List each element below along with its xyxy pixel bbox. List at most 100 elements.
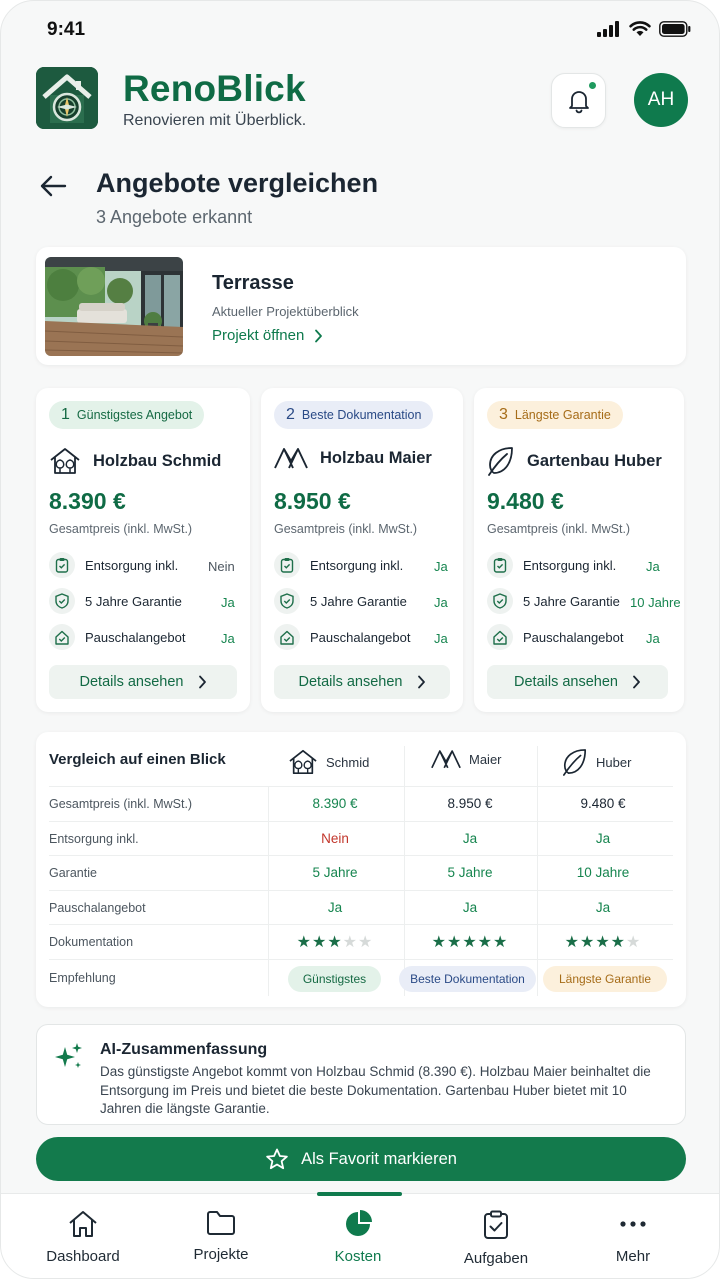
star-filled-icon: ★ [311, 934, 328, 951]
avatar[interactable]: AH [634, 73, 688, 127]
feature-value: 10 Jahre [630, 595, 681, 610]
ai-summary-title: AI-Zusammenfassung [100, 1041, 268, 1058]
offer-badge: 2 Beste Dokumentation [274, 401, 434, 429]
details-label: Details ansehen [514, 674, 618, 690]
cell-disposal-schmid: Nein [321, 831, 349, 846]
nav-item-projekte[interactable]: Projekte [161, 1210, 281, 1263]
star-filled-icon: ★ [477, 934, 494, 951]
house-check-icon [49, 624, 75, 650]
row-label-price: Gesamtpreis (inkl. MwSt.) [49, 797, 193, 811]
details-button[interactable]: Details ansehen [49, 665, 237, 699]
nav-item-aufgaben[interactable]: Aufgaben [436, 1210, 556, 1267]
house-tree-icon [50, 448, 80, 474]
feature-value: Ja [221, 595, 235, 610]
nav-item-mehr[interactable]: Mehr [573, 1210, 693, 1265]
feature-value: Ja [434, 559, 448, 574]
row-divider [49, 855, 673, 856]
clipboard-check-icon [49, 552, 75, 578]
star-icon [266, 1148, 288, 1169]
row-label-warranty: Garantie [49, 866, 97, 880]
open-project-link[interactable]: Projekt öffnen [212, 327, 323, 344]
recommendation-pill-maier: Beste Dokumentation [399, 966, 536, 992]
details-label: Details ansehen [298, 674, 403, 690]
status-bar: 9:41 [1, 1, 719, 57]
ai-summary-card: AI-Zusammenfassung Das günstigste Angebo… [36, 1024, 686, 1125]
nav-item-dashboard[interactable]: Dashboard [23, 1210, 143, 1265]
feature-value: Ja [646, 631, 660, 646]
cell-flatrate-maier: Ja [462, 900, 478, 915]
house-tree-icon [289, 749, 317, 775]
bell-icon [568, 90, 589, 113]
feature-value: Ja [221, 631, 235, 646]
signal-icon [597, 21, 619, 37]
details-button[interactable]: Details ansehen [274, 665, 450, 699]
rating-huber: ★★★★★ [538, 932, 668, 952]
project-image [45, 257, 183, 356]
terrace-image [45, 257, 183, 356]
star-filled-icon: ★ [462, 934, 478, 951]
details-button[interactable]: Details ansehen [487, 665, 668, 699]
sparkles-icon [53, 1041, 85, 1078]
wifi-icon [629, 21, 651, 36]
chevron-right-icon [198, 675, 206, 689]
row-label-recommendation: Empfehlung [49, 971, 116, 985]
favorite-label: Als Favorit markieren [301, 1149, 457, 1168]
cell-warranty-schmid: 5 Jahre [312, 865, 358, 880]
ai-summary-text: Das günstigste Angebot kommt von Holzbau… [100, 1064, 651, 1116]
star-empty-icon: ★ [626, 934, 642, 951]
app-tagline: Renovieren mit Überblick. [123, 112, 307, 129]
house-compass-logo-icon [36, 67, 98, 129]
offer-price-label: Gesamtpreis (inkl. MwSt.) [49, 522, 193, 536]
feature-value: Ja [434, 595, 448, 610]
cell-disposal-huber: Ja [595, 831, 611, 846]
offer-vendor: Gartenbau Huber [487, 446, 662, 476]
favorite-button[interactable]: Als Favorit markieren [36, 1137, 686, 1181]
column-header-label: Maier [469, 751, 502, 767]
rating-maier: ★★★★★ [405, 932, 535, 952]
star-filled-icon: ★ [595, 934, 611, 951]
nav-label: Projekte [193, 1246, 249, 1263]
offer-card-schmid: 1 Günstigstes Angebot Holzbau Schmid 8.3… [36, 388, 250, 712]
house-check-icon [274, 624, 300, 650]
pie-chart-icon [346, 1210, 372, 1236]
recommendation-pill-huber: Längste Garantie [543, 966, 667, 992]
row-divider [49, 890, 673, 891]
comparison-card: Vergleich auf einen Blick Schmid Maier H… [36, 732, 686, 1007]
row-divider [49, 924, 673, 925]
clipboard-check-icon [274, 552, 300, 578]
column-header-huber: Huber [562, 748, 631, 776]
details-label: Details ansehen [79, 674, 184, 690]
nav-label: Kosten [334, 1248, 382, 1265]
column-divider [268, 786, 269, 996]
star-filled-icon: ★ [493, 934, 509, 951]
rating-schmid: ★★★★★ [270, 932, 400, 952]
feature-label: Entsorgung inkl. [310, 557, 404, 573]
column-header-schmid: Schmid [288, 748, 369, 776]
project-card: Terrasse Aktueller Projektüberblick Proj… [36, 247, 686, 365]
offer-rank: 3 [499, 406, 508, 423]
phone-screen: 9:41 RenoBlick Renovieren mit Überblick.… [0, 0, 720, 1279]
star-empty-icon: ★ [342, 934, 359, 951]
back-button[interactable] [39, 171, 71, 201]
feature-value: Ja [434, 631, 448, 646]
status-icons [597, 21, 691, 37]
cell-price-maier: 8.950 € [447, 796, 493, 811]
feature-label: Pauschalangebot [523, 629, 624, 645]
bottom-nav: Dashboard Projekte Kosten Aufgaben Mehr [1, 1192, 719, 1278]
nav-item-kosten[interactable]: Kosten [298, 1210, 418, 1265]
recommendation-pill-schmid: Günstigstes [288, 966, 381, 992]
app-title: RenoBlick [123, 68, 306, 109]
offer-badge: 1 Günstigstes Angebot [49, 401, 205, 429]
star-filled-icon: ★ [579, 934, 596, 951]
offer-badge-label: Günstigstes Angebot [76, 408, 193, 422]
leaf-icon [488, 447, 513, 476]
app-logo [36, 67, 98, 129]
notifications-button[interactable] [551, 73, 606, 128]
star-filled-icon: ★ [610, 934, 627, 951]
star-filled-icon: ★ [431, 934, 447, 951]
star-empty-icon: ★ [358, 934, 374, 951]
nav-label: Dashboard [46, 1248, 120, 1265]
feature-row-flatrate: Pauschalangebot [49, 624, 185, 650]
house-check-icon [487, 624, 513, 650]
row-divider [49, 959, 673, 960]
